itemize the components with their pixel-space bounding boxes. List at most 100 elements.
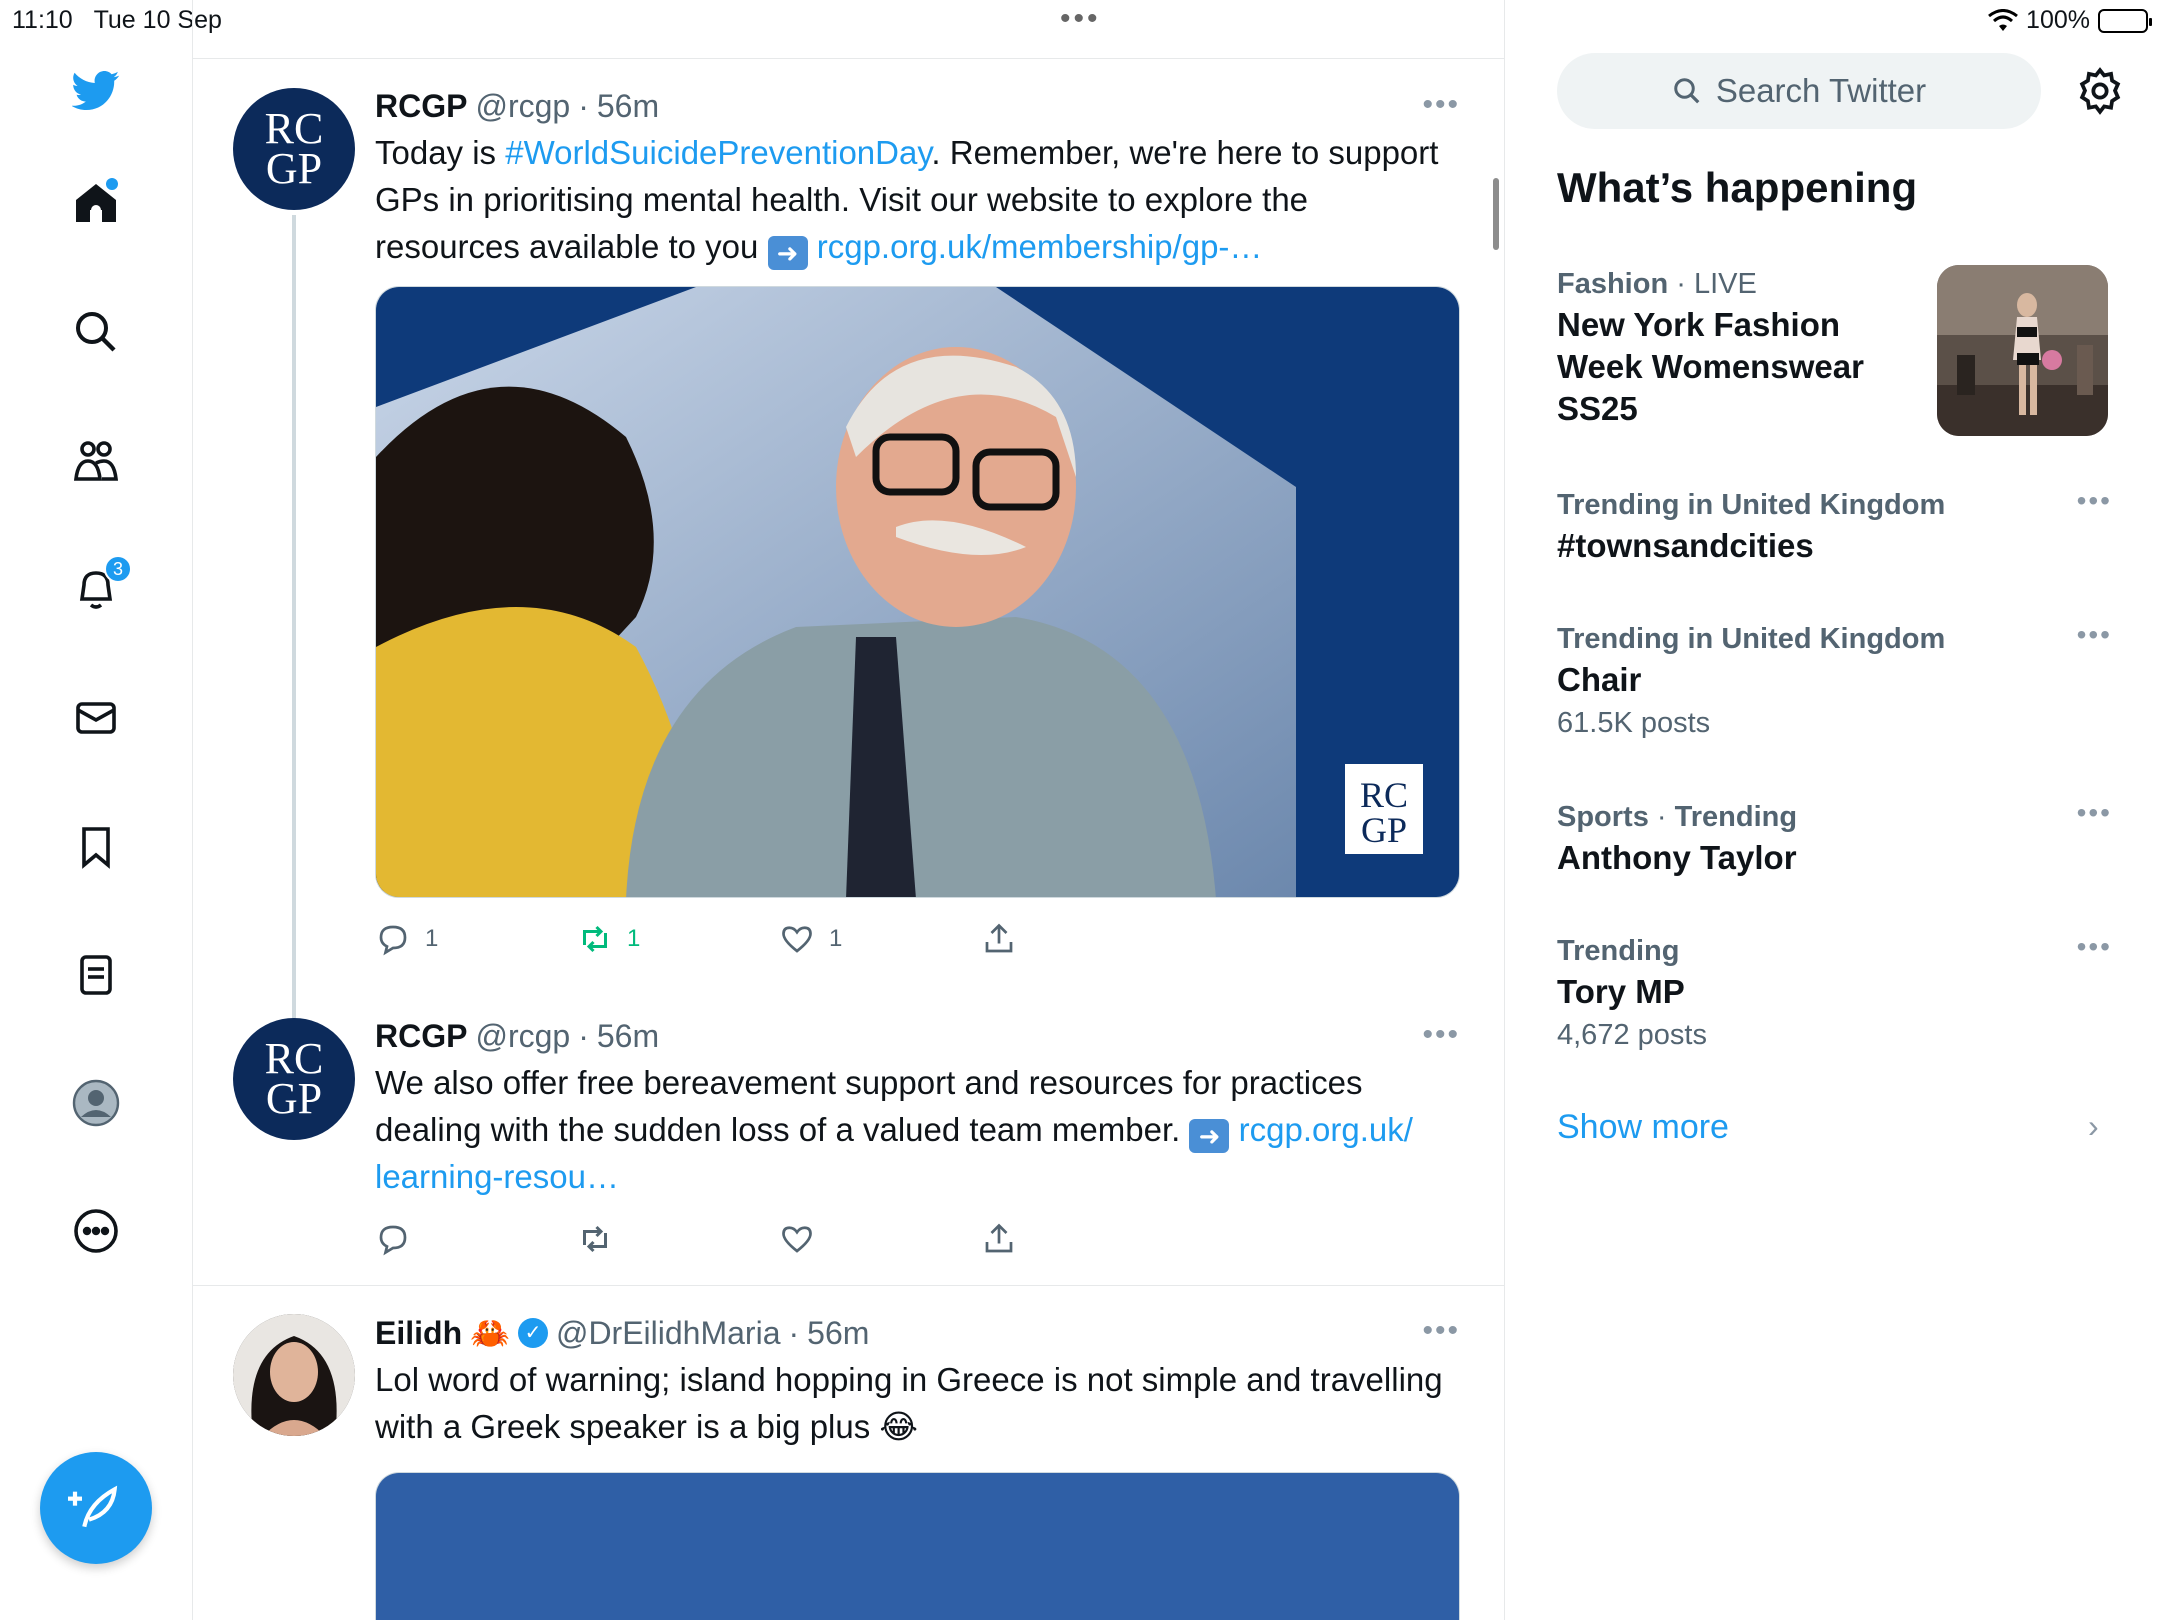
feed-top-border [193,58,1504,59]
rcgp-logo: RC GP [264,104,324,193]
avatar-eilidh[interactable] [233,1314,355,1436]
heart-icon [782,926,812,953]
notifications-badge: 3 [104,555,132,583]
compose-feather-icon [68,1485,118,1528]
tweet-time[interactable]: 56m [807,1315,869,1352]
author-name[interactable]: Eilidh [375,1315,462,1352]
trend-name: Tory MP [1557,973,1685,1010]
retweet-count: 1 [627,925,641,952]
trend-item[interactable]: Trending Tory MP 4,672 posts ••• [1557,931,2112,1057]
author-handle[interactable]: @rcgp [475,1018,570,1055]
whats-happening-title: What’s happening [1557,164,1918,211]
like-button[interactable]: 1 [779,921,981,957]
search-placeholder: Search Twitter [1715,72,1927,109]
trend-category: Trending [1557,935,1680,967]
reply-icon [379,925,407,956]
settings-gear-icon[interactable] [2075,66,2125,116]
thread-line [292,215,296,1103]
twitter-logo-icon[interactable] [66,60,126,120]
tweet-more-button[interactable]: ••• [1422,88,1460,122]
tweet-actions: 1 1 1 [375,914,1460,964]
tweet-more-button[interactable]: ••• [1422,1018,1460,1052]
tweet-url-link-cont[interactable]: learning-resou… [375,1158,619,1195]
profile-icon[interactable] [66,1073,126,1133]
trend-category: Trending in United Kingdom [1557,623,1946,655]
messages-icon[interactable] [66,688,126,748]
gp-consultation-photo: RC GP [376,287,1459,897]
heart-icon [782,1226,812,1253]
share-button[interactable] [981,1221,1183,1257]
more-options-icon[interactable] [66,1201,126,1261]
retweet-icon [583,1225,607,1253]
tweet-actions [375,1214,1460,1264]
trend-more-button[interactable]: ••• [2077,485,2112,517]
chevron-right-icon[interactable]: › [2088,1108,2099,1145]
tweet-text: We also offer free bereavement support a… [375,1064,1413,1195]
share-button[interactable] [981,921,1183,957]
retweet-icon [583,925,607,953]
trend-category: Trending in United Kingdom [1557,489,1946,521]
trend-more-button[interactable]: ••• [2077,619,2112,651]
show-more-link[interactable]: Show more [1557,1108,1729,1147]
like-button[interactable] [779,1221,981,1257]
like-count: 1 [829,925,843,952]
verified-badge-icon: ✓ [517,1318,548,1348]
home-icon[interactable] [66,174,126,234]
tweet-time[interactable]: 56m [597,88,659,125]
author-handle[interactable]: @rcgp [475,88,570,125]
crab-emoji-icon: 🦀 [470,1315,510,1351]
reply-icon [379,1225,407,1256]
trend-name: #townsandcities [1557,527,1814,564]
media-logo-gp: GP [1361,810,1407,850]
lists-icon[interactable] [66,945,126,1005]
media-logo-rc: RC [1360,775,1408,815]
search-icon[interactable] [66,302,126,362]
avatar-rcgp[interactable]: RC GP [233,1018,355,1140]
bookmarks-icon[interactable] [66,817,126,877]
author-name[interactable]: RCGP [375,88,467,125]
retweet-button[interactable] [577,1221,779,1257]
rcgp-logo: RC GP [264,1034,324,1123]
trend-item[interactable]: Trending in United Kingdom #townsandciti… [1557,485,2112,567]
avatar-photo [233,1314,355,1436]
trend-category: Sports · Trending [1557,801,1798,833]
tweet-media-photo[interactable] [375,1472,1460,1620]
avatar-rcgp[interactable]: RC GP [233,88,355,210]
timeline-feed[interactable]: RC GP RCGP @rcgp · 56m ••• Today is #Worl… [193,0,1505,1620]
tweet-divider [193,1285,1504,1286]
trend-post-count: 61.5K posts [1557,707,1711,739]
retweet-button[interactable]: 1 [577,921,779,957]
right-arrow-emoji-icon: ➜ [1189,1119,1230,1153]
tweet-text: Today is #WorldSuicidePreventionDay. Rem… [375,134,1439,270]
notifications-icon[interactable]: 3 [66,555,132,619]
trend-name: Chair [1557,661,1642,698]
author-name[interactable]: RCGP [375,1018,467,1055]
new-tweets-dot [106,178,118,190]
right-arrow-emoji-icon: ➜ [767,236,808,270]
tweet-text: Lol word of warning; island hopping in G… [375,1361,1443,1445]
hashtag-link[interactable]: #WorldSuicidePreventionDay [505,134,931,171]
trend-item[interactable]: Trending in United Kingdom Chair 61.5K p… [1557,619,2112,745]
feed-scrollbar[interactable] [1493,178,1499,250]
tweet-url-link[interactable]: rcgp.org.uk/ [1239,1111,1413,1148]
tweet-url-link[interactable]: rcgp.org.uk/membership/gp-… [817,228,1263,265]
author-handle[interactable]: @DrEilidhMaria [556,1315,781,1352]
tweet-media-photo[interactable]: RC GP [375,286,1460,898]
reply-button[interactable] [375,1221,577,1257]
tweet-header: RCGP @rcgp · 56m [375,88,660,125]
tweet-header: RCGP @rcgp · 56m [375,1018,660,1055]
trend-more-button[interactable]: ••• [2077,931,2112,963]
tweet-time[interactable]: 56m [597,1018,659,1055]
compose-tweet-button[interactable] [40,1452,152,1564]
reply-button[interactable]: 1 [375,921,577,957]
search-input[interactable]: Search Twitter [1557,53,2041,129]
trend-name: New York Fashion Week Womenswear SS25 [1557,306,1864,427]
communities-icon[interactable] [66,431,126,491]
search-icon [1674,78,1700,104]
trend-item[interactable]: Sports · Trending Anthony Taylor ••• [1557,797,2112,879]
trend-thumbnail-image[interactable] [1937,265,2108,436]
tweet-more-button[interactable]: ••• [1422,1314,1460,1348]
trend-more-button[interactable]: ••• [2077,797,2112,829]
fashion-runway-photo [1937,265,2108,436]
tweet-header: Eilidh 🦀 ✓ @DrEilidhMaria · 56m [375,1314,870,1352]
